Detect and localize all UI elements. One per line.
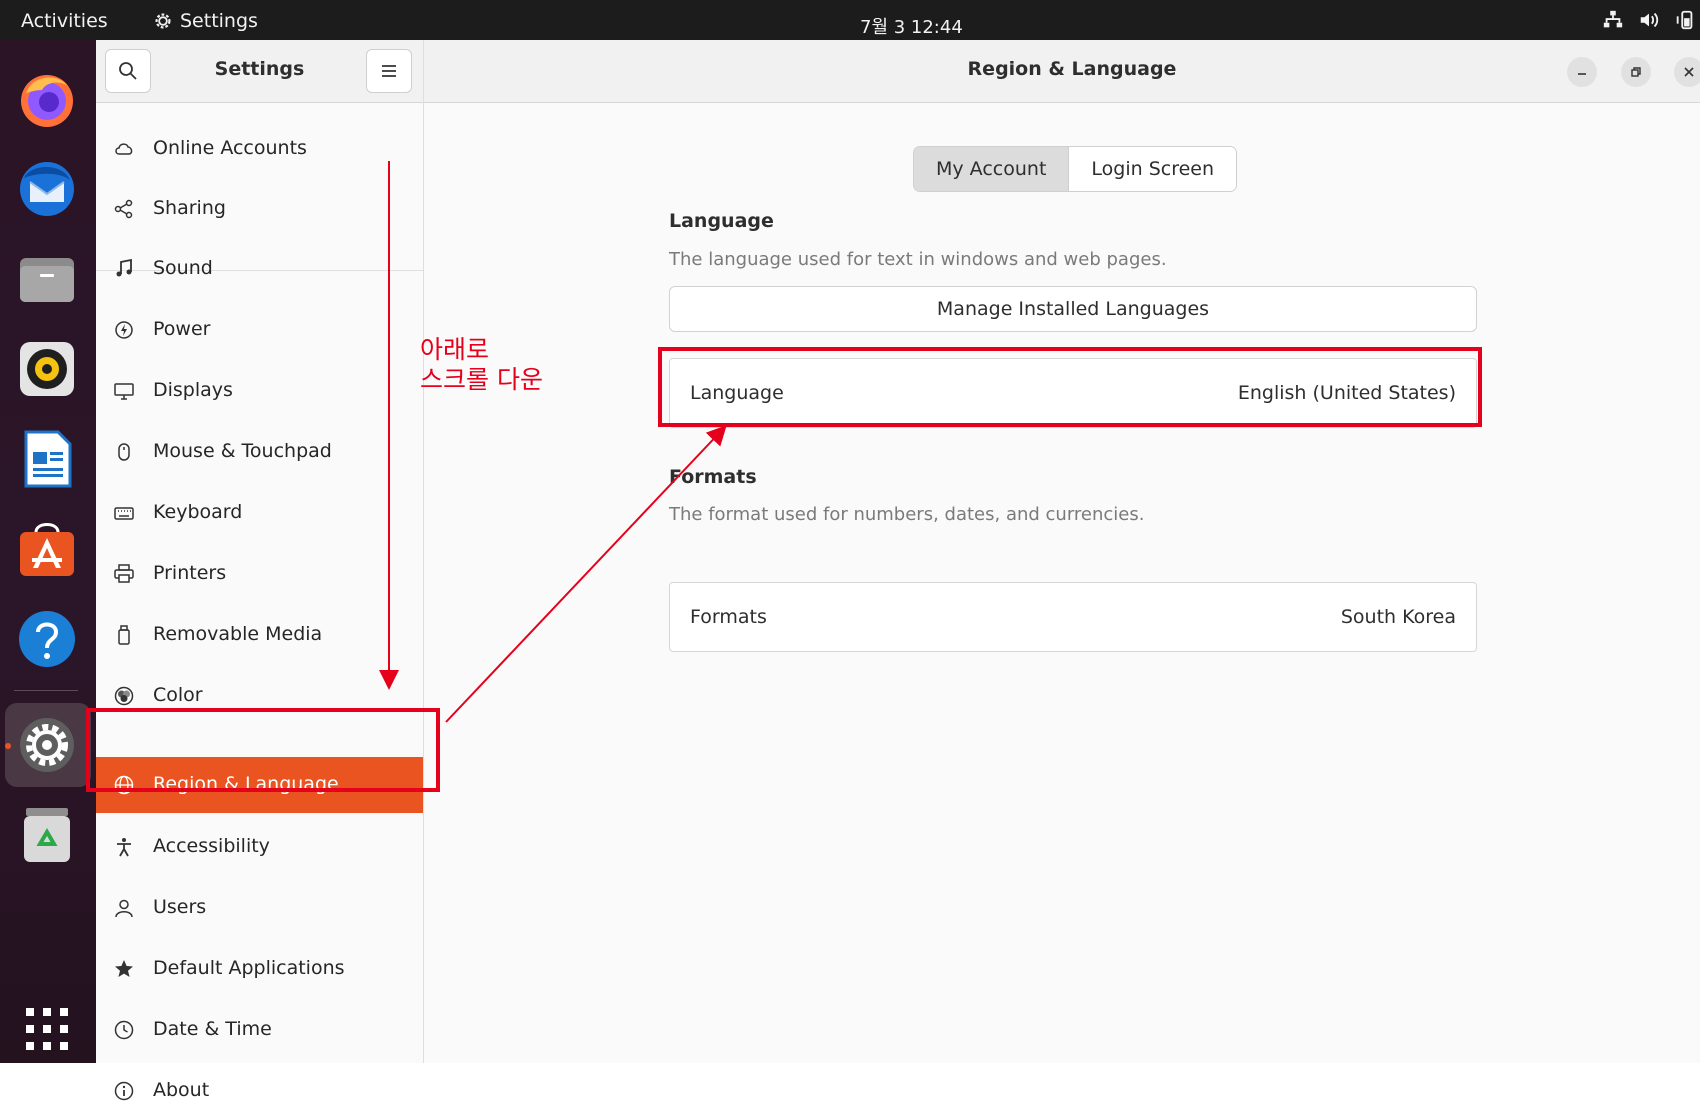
sidebar-item-about[interactable]: About — [96, 1063, 423, 1119]
pointer-arrow — [445, 425, 727, 723]
info-icon — [114, 1081, 134, 1101]
sidebar-item-label: About — [153, 1079, 210, 1101]
annotation-arrows — [379, 161, 727, 723]
